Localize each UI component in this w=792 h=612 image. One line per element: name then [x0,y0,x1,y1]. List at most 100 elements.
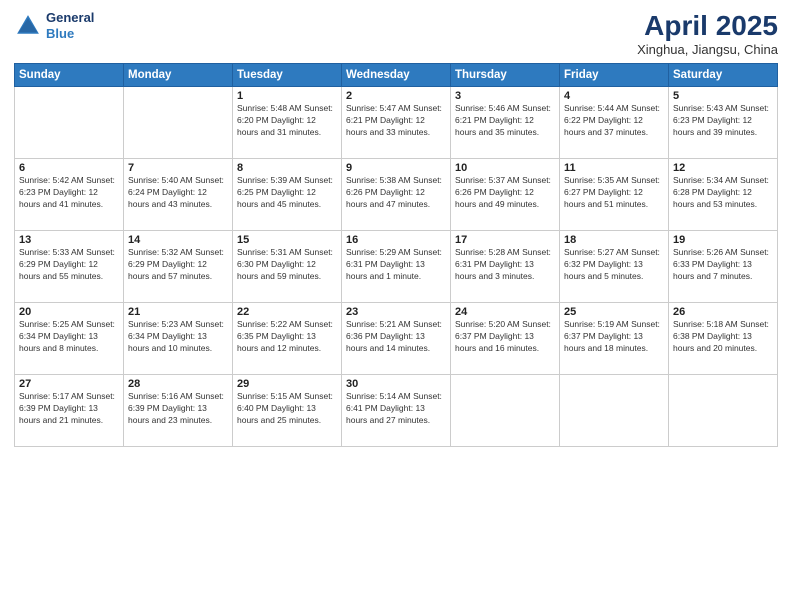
day-info: Sunrise: 5:32 AM Sunset: 6:29 PM Dayligh… [128,247,228,283]
day-info: Sunrise: 5:26 AM Sunset: 6:33 PM Dayligh… [673,247,773,283]
table-row: 10Sunrise: 5:37 AM Sunset: 6:26 PM Dayli… [451,159,560,231]
table-row: 1Sunrise: 5:48 AM Sunset: 6:20 PM Daylig… [233,87,342,159]
calendar-header-row: Sunday Monday Tuesday Wednesday Thursday… [15,64,778,87]
table-row: 14Sunrise: 5:32 AM Sunset: 6:29 PM Dayli… [124,231,233,303]
logo-text: General Blue [46,10,94,41]
table-row: 18Sunrise: 5:27 AM Sunset: 6:32 PM Dayli… [560,231,669,303]
col-sunday: Sunday [15,64,124,87]
day-number: 28 [128,378,228,390]
table-row: 25Sunrise: 5:19 AM Sunset: 6:37 PM Dayli… [560,303,669,375]
day-info: Sunrise: 5:44 AM Sunset: 6:22 PM Dayligh… [564,103,664,139]
day-number: 27 [19,378,119,390]
day-info: Sunrise: 5:35 AM Sunset: 6:27 PM Dayligh… [564,175,664,211]
day-number: 7 [128,162,228,174]
day-number: 5 [673,90,773,102]
day-info: Sunrise: 5:43 AM Sunset: 6:23 PM Dayligh… [673,103,773,139]
day-number: 18 [564,234,664,246]
table-row: 16Sunrise: 5:29 AM Sunset: 6:31 PM Dayli… [342,231,451,303]
table-row: 4Sunrise: 5:44 AM Sunset: 6:22 PM Daylig… [560,87,669,159]
day-number: 2 [346,90,446,102]
day-number: 1 [237,90,337,102]
day-info: Sunrise: 5:39 AM Sunset: 6:25 PM Dayligh… [237,175,337,211]
day-info: Sunrise: 5:37 AM Sunset: 6:26 PM Dayligh… [455,175,555,211]
day-number: 11 [564,162,664,174]
day-info: Sunrise: 5:31 AM Sunset: 6:30 PM Dayligh… [237,247,337,283]
day-info: Sunrise: 5:21 AM Sunset: 6:36 PM Dayligh… [346,319,446,355]
table-row: 3Sunrise: 5:46 AM Sunset: 6:21 PM Daylig… [451,87,560,159]
table-row: 7Sunrise: 5:40 AM Sunset: 6:24 PM Daylig… [124,159,233,231]
day-info: Sunrise: 5:42 AM Sunset: 6:23 PM Dayligh… [19,175,119,211]
day-number: 21 [128,306,228,318]
day-number: 25 [564,306,664,318]
day-number: 17 [455,234,555,246]
table-row: 23Sunrise: 5:21 AM Sunset: 6:36 PM Dayli… [342,303,451,375]
day-number: 20 [19,306,119,318]
day-info: Sunrise: 5:17 AM Sunset: 6:39 PM Dayligh… [19,391,119,427]
day-info: Sunrise: 5:25 AM Sunset: 6:34 PM Dayligh… [19,319,119,355]
col-saturday: Saturday [669,64,778,87]
table-row: 9Sunrise: 5:38 AM Sunset: 6:26 PM Daylig… [342,159,451,231]
day-number: 15 [237,234,337,246]
table-row [560,375,669,447]
table-row: 29Sunrise: 5:15 AM Sunset: 6:40 PM Dayli… [233,375,342,447]
table-row: 11Sunrise: 5:35 AM Sunset: 6:27 PM Dayli… [560,159,669,231]
col-thursday: Thursday [451,64,560,87]
day-info: Sunrise: 5:18 AM Sunset: 6:38 PM Dayligh… [673,319,773,355]
logo: General Blue [14,10,94,41]
day-number: 26 [673,306,773,318]
day-info: Sunrise: 5:19 AM Sunset: 6:37 PM Dayligh… [564,319,664,355]
table-row: 26Sunrise: 5:18 AM Sunset: 6:38 PM Dayli… [669,303,778,375]
col-friday: Friday [560,64,669,87]
calendar-week-4: 20Sunrise: 5:25 AM Sunset: 6:34 PM Dayli… [15,303,778,375]
day-number: 24 [455,306,555,318]
table-row: 15Sunrise: 5:31 AM Sunset: 6:30 PM Dayli… [233,231,342,303]
day-info: Sunrise: 5:14 AM Sunset: 6:41 PM Dayligh… [346,391,446,427]
table-row: 30Sunrise: 5:14 AM Sunset: 6:41 PM Dayli… [342,375,451,447]
day-number: 29 [237,378,337,390]
day-number: 22 [237,306,337,318]
title-month: April 2025 [637,10,778,42]
table-row [669,375,778,447]
day-number: 30 [346,378,446,390]
title-location: Xinghua, Jiangsu, China [637,42,778,57]
day-info: Sunrise: 5:38 AM Sunset: 6:26 PM Dayligh… [346,175,446,211]
table-row: 17Sunrise: 5:28 AM Sunset: 6:31 PM Dayli… [451,231,560,303]
day-info: Sunrise: 5:27 AM Sunset: 6:32 PM Dayligh… [564,247,664,283]
day-number: 14 [128,234,228,246]
day-number: 8 [237,162,337,174]
col-monday: Monday [124,64,233,87]
day-info: Sunrise: 5:15 AM Sunset: 6:40 PM Dayligh… [237,391,337,427]
day-number: 3 [455,90,555,102]
day-info: Sunrise: 5:47 AM Sunset: 6:21 PM Dayligh… [346,103,446,139]
table-row: 8Sunrise: 5:39 AM Sunset: 6:25 PM Daylig… [233,159,342,231]
calendar-week-2: 6Sunrise: 5:42 AM Sunset: 6:23 PM Daylig… [15,159,778,231]
table-row [124,87,233,159]
day-info: Sunrise: 5:20 AM Sunset: 6:37 PM Dayligh… [455,319,555,355]
day-info: Sunrise: 5:48 AM Sunset: 6:20 PM Dayligh… [237,103,337,139]
day-info: Sunrise: 5:40 AM Sunset: 6:24 PM Dayligh… [128,175,228,211]
table-row: 5Sunrise: 5:43 AM Sunset: 6:23 PM Daylig… [669,87,778,159]
table-row: 22Sunrise: 5:22 AM Sunset: 6:35 PM Dayli… [233,303,342,375]
day-number: 12 [673,162,773,174]
day-info: Sunrise: 5:46 AM Sunset: 6:21 PM Dayligh… [455,103,555,139]
col-tuesday: Tuesday [233,64,342,87]
day-number: 23 [346,306,446,318]
day-number: 19 [673,234,773,246]
table-row: 21Sunrise: 5:23 AM Sunset: 6:34 PM Dayli… [124,303,233,375]
logo-line2: Blue [46,26,74,41]
table-row: 27Sunrise: 5:17 AM Sunset: 6:39 PM Dayli… [15,375,124,447]
day-info: Sunrise: 5:23 AM Sunset: 6:34 PM Dayligh… [128,319,228,355]
day-info: Sunrise: 5:29 AM Sunset: 6:31 PM Dayligh… [346,247,446,283]
day-number: 6 [19,162,119,174]
logo-line1: General [46,10,94,25]
table-row: 24Sunrise: 5:20 AM Sunset: 6:37 PM Dayli… [451,303,560,375]
day-number: 16 [346,234,446,246]
calendar-table: Sunday Monday Tuesday Wednesday Thursday… [14,63,778,447]
col-wednesday: Wednesday [342,64,451,87]
logo-icon [14,12,42,40]
day-info: Sunrise: 5:22 AM Sunset: 6:35 PM Dayligh… [237,319,337,355]
table-row: 2Sunrise: 5:47 AM Sunset: 6:21 PM Daylig… [342,87,451,159]
table-row: 19Sunrise: 5:26 AM Sunset: 6:33 PM Dayli… [669,231,778,303]
day-number: 10 [455,162,555,174]
table-row [15,87,124,159]
